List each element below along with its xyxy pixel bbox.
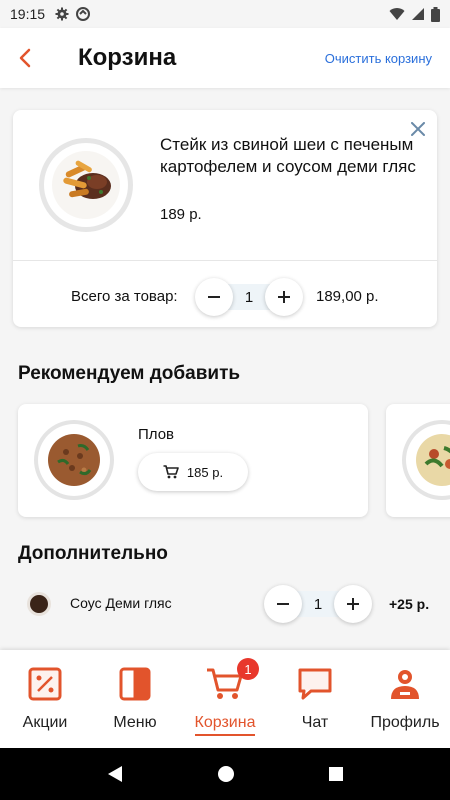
minus-icon [208,296,220,298]
increase-quantity-button[interactable] [265,278,303,316]
nav-label-promos: Акции [22,714,68,731]
recommend-item-name: Плов [138,426,175,443]
cart-icon [163,465,179,479]
add-to-cart-button[interactable]: 185 р. [138,453,248,491]
menu-book-icon [115,664,155,704]
back-arrow-icon [19,48,31,68]
item-total-value: 189,00 р. [316,288,379,305]
cart-item-name: Стейк из свиной шеи с печеным картофелем… [160,135,416,176]
recommend-section-title: Рекомендуем добавить [18,363,241,384]
extra-quantity-value: 1 [313,595,323,613]
item-quantity-value: 1 [244,288,254,306]
cart-item-price: 189 р. [160,206,202,223]
home-circle-icon[interactable] [217,765,235,783]
settings-icon [55,7,69,21]
card-divider [13,260,437,261]
nav-item-profile[interactable]: Профиль [360,650,450,748]
cart-item-card: Стейк из свиной шеи с печеным картофелем… [13,110,437,327]
nav-item-chat[interactable]: Чат [270,650,360,748]
battery-icon [431,6,440,22]
salad-dish-image [402,420,450,500]
wifi-icon [389,8,405,20]
extra-item-row: Соус Деми гляс 1 +25 р. [0,583,450,625]
remove-item-button[interactable] [407,118,429,140]
nav-item-cart[interactable]: 1 Корзина [180,650,270,748]
sauce-image [27,592,51,616]
data-saver-icon [76,7,91,21]
extra-increase-button[interactable] [334,585,372,623]
cart-badge: 1 [237,658,259,680]
extra-item-price: +25 р. [389,596,430,612]
back-button[interactable] [0,28,50,88]
system-nav-bar [0,748,450,800]
plov-dish-image [34,420,114,500]
nav-item-promos[interactable]: Акции [0,650,90,748]
plus-icon [347,598,359,610]
minus-icon [277,603,289,605]
cart-content[interactable]: Стейк из свиной шеи с печеным картофелем… [0,88,450,650]
extra-quantity-stepper: 1 [264,585,372,623]
extras-section-title: Дополнительно [18,543,168,564]
item-total-label: Всего за товар: [71,288,178,305]
decrease-quantity-button[interactable] [195,278,233,316]
nav-label-chat: Чат [301,714,329,731]
plus-icon [278,291,290,303]
back-triangle-icon[interactable] [106,765,124,783]
recents-square-icon[interactable] [328,766,344,782]
cart-icon: 1 [205,658,259,704]
profile-icon [385,664,425,704]
clear-cart-link[interactable]: Очистить корзину [325,51,432,66]
item-quantity-stepper: 1 [195,278,303,316]
recommend-card[interactable]: Плов 185 р. [18,404,368,517]
nav-item-menu[interactable]: Меню [90,650,180,748]
nav-label-menu: Меню [113,714,157,731]
signal-icon [412,8,424,20]
steak-dish-image [39,138,133,232]
extra-item-name: Соус Деми гляс [70,595,172,611]
discount-icon [25,664,65,704]
nav-label-cart: Корзина [194,714,256,736]
add-to-cart-price: 185 р. [186,464,224,480]
extra-decrease-button[interactable] [264,585,302,623]
nav-label-profile: Профиль [370,714,440,731]
app-header: Корзина Очистить корзину [0,28,450,88]
status-bar: 19:15 [0,0,450,28]
status-time: 19:15 [10,6,46,22]
page-title: Корзина [78,44,177,71]
recommend-card-next[interactable] [386,404,450,517]
bottom-nav: Акции Меню 1 Корзина Чат Профиль [0,650,450,748]
chat-icon [295,664,335,704]
close-icon [411,122,425,136]
